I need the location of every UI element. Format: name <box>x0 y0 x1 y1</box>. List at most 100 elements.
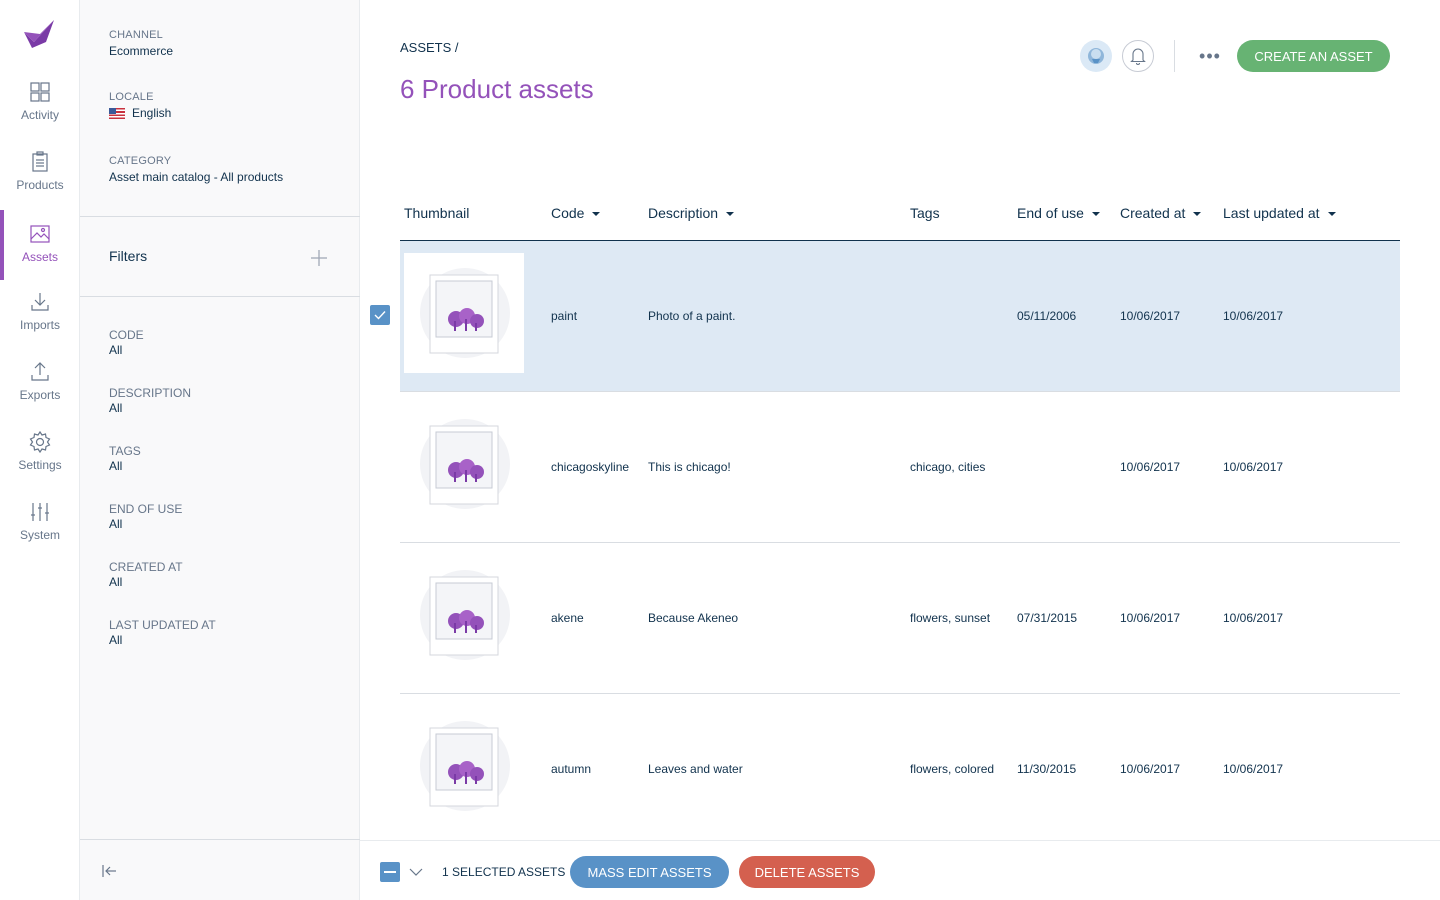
cell-end-of-use: 07/31/2015 <box>1017 611 1078 625</box>
cell-created-at: 10/06/2017 <box>1120 611 1181 625</box>
cell-code: paint <box>551 309 578 323</box>
column-end-of-use[interactable]: End of use <box>1017 205 1100 221</box>
column-code[interactable]: Code <box>551 205 601 221</box>
cell-end-of-use: 11/30/2015 <box>1017 762 1077 776</box>
locale-switcher[interactable]: LOCALE English <box>109 91 171 120</box>
selected-count: 1 SELECTED ASSETS <box>442 865 566 879</box>
filters-title: Filters <box>109 248 148 264</box>
asset-thumbnail <box>404 404 524 524</box>
products-icon <box>28 150 52 174</box>
cell-tags: flowers, colored <box>910 762 995 776</box>
divider <box>80 216 360 217</box>
category-switcher[interactable]: CATEGORY Asset main catalog - All produc… <box>109 155 283 184</box>
mass-edit-button[interactable]: MASS EDIT ASSETS <box>570 856 729 888</box>
nav-item-activity[interactable]: Activity <box>0 80 80 150</box>
settings-icon <box>28 430 52 454</box>
table-row[interactable]: paint Photo of a paint. 05/11/2006 10/06… <box>400 241 1400 392</box>
filter-value: All <box>109 459 123 473</box>
filter-label: CREATED AT <box>109 560 183 574</box>
cell-code: autumn <box>551 762 592 776</box>
table-row[interactable]: autumn Leaves and water flowers, colored… <box>400 694 1400 845</box>
cell-last-updated-at: 10/06/2017 <box>1223 611 1284 625</box>
breadcrumb[interactable]: ASSETS / <box>400 40 459 55</box>
exports-icon <box>28 360 52 384</box>
column-description[interactable]: Description <box>648 205 735 221</box>
filter-description[interactable]: DESCRIPTION All <box>109 386 191 415</box>
nav-item-exports[interactable]: Exports <box>0 360 80 430</box>
filter-value: All <box>109 633 123 647</box>
more-options-button[interactable]: ••• <box>1198 46 1222 66</box>
image-placeholder-icon <box>429 425 499 505</box>
akeneo-logo[interactable] <box>20 14 60 54</box>
nav-item-imports[interactable]: Imports <box>0 290 80 360</box>
locale-value: English <box>132 106 172 120</box>
user-menu-button[interactable] <box>1080 40 1112 72</box>
filter-label: CODE <box>109 328 144 342</box>
filter-end-of-use[interactable]: END OF USE All <box>109 502 182 531</box>
table-header: Thumbnail Code Description Tags End of u… <box>400 196 1400 241</box>
column-thumbnail: Thumbnail <box>404 205 470 221</box>
filter-created-at[interactable]: CREATED AT All <box>109 560 183 589</box>
nav-item-label: Assets <box>21 250 58 264</box>
filter-label: END OF USE <box>109 502 183 516</box>
delete-assets-button[interactable]: DELETE ASSETS <box>739 856 875 888</box>
sort-caret-icon <box>1091 212 1100 217</box>
channel-label: CHANNEL <box>109 29 163 41</box>
filter-label: TAGS <box>109 444 141 458</box>
category-value: Asset main catalog - All products <box>109 170 284 184</box>
selection-footer: 1 SELECTED ASSETS MASS EDIT ASSETS DELET… <box>360 840 1440 900</box>
imports-icon <box>28 290 52 314</box>
image-placeholder-icon <box>429 576 499 656</box>
cell-code: akene <box>551 611 584 625</box>
create-asset-button[interactable]: CREATE AN ASSET <box>1237 40 1390 72</box>
main-navigation: Activity Products Assets Imports Exports… <box>0 0 80 900</box>
sort-caret-icon <box>1327 212 1336 217</box>
select-all-checkbox[interactable] <box>380 862 400 882</box>
add-filter-button[interactable] <box>309 248 329 268</box>
cell-code: chicagoskyline <box>551 460 630 474</box>
divider <box>80 839 360 840</box>
filter-value: All <box>109 343 123 357</box>
notifications-button[interactable] <box>1122 40 1154 72</box>
nav-item-label: Exports <box>19 388 61 402</box>
asset-thumbnail <box>404 253 524 373</box>
cell-last-updated-at: 10/06/2017 <box>1223 309 1284 323</box>
checkmark-icon <box>374 311 386 320</box>
column-created-at[interactable]: Created at <box>1120 205 1202 221</box>
filter-last-updated-at[interactable]: LAST UPDATED AT All <box>109 618 216 647</box>
selection-dropdown[interactable] <box>408 865 424 879</box>
nav-item-settings[interactable]: Settings <box>0 430 80 500</box>
image-placeholder-icon <box>429 274 499 354</box>
nav-item-assets[interactable]: Assets <box>0 210 80 280</box>
divider <box>80 296 360 297</box>
nav-item-system[interactable]: System <box>0 500 80 570</box>
page-title: 6 Product assets <box>400 74 594 104</box>
system-icon <box>28 500 52 524</box>
cell-created-at: 10/06/2017 <box>1120 460 1181 474</box>
cell-created-at: 10/06/2017 <box>1120 309 1181 323</box>
user-avatar-icon <box>1088 48 1104 64</box>
cell-description: Because Akeneo <box>648 611 739 625</box>
cell-description: This is chicago! <box>648 460 731 474</box>
collapse-panel-button[interactable] <box>100 862 118 880</box>
category-label: CATEGORY <box>109 155 172 167</box>
table-row[interactable]: chicagoskyline This is chicago! chicago,… <box>400 392 1400 543</box>
row-checkbox[interactable] <box>370 305 390 325</box>
cell-description: Photo of a paint. <box>648 309 736 323</box>
asset-thumbnail <box>404 706 524 826</box>
cell-last-updated-at: 10/06/2017 <box>1223 460 1284 474</box>
channel-switcher[interactable]: CHANNEL Ecommerce <box>109 29 173 58</box>
column-last-updated-at[interactable]: Last updated at <box>1223 205 1336 221</box>
filter-panel: CHANNEL Ecommerce LOCALE English CATEGOR… <box>80 0 360 900</box>
filter-code[interactable]: CODE All <box>109 328 144 357</box>
chevron-down-icon <box>409 868 423 876</box>
cell-last-updated-at: 10/06/2017 <box>1223 762 1284 776</box>
table-row[interactable]: akene Because Akeneo flowers, sunset 07/… <box>400 543 1400 694</box>
assets-icon <box>28 222 52 246</box>
cell-tags: flowers, sunset <box>910 611 991 625</box>
bell-icon <box>1130 48 1146 65</box>
collapse-icon <box>102 865 116 877</box>
cell-tags: chicago, cities <box>910 460 986 474</box>
filter-tags[interactable]: TAGS All <box>109 444 141 473</box>
divider <box>1174 40 1175 72</box>
